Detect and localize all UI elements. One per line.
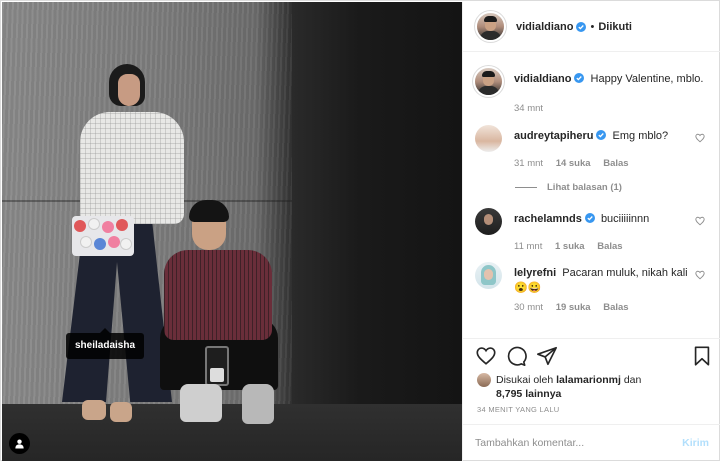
verified-badge-icon bbox=[576, 21, 587, 32]
caption-username[interactable]: vidialdiano bbox=[514, 73, 571, 85]
liker-username[interactable]: lalamarionmj bbox=[556, 374, 621, 386]
verified-badge-icon bbox=[574, 73, 585, 83]
commenter-avatar[interactable] bbox=[475, 125, 502, 152]
post-comment-button[interactable]: Kirim bbox=[682, 437, 709, 449]
post-photo[interactable]: sheiladaisha bbox=[2, 2, 462, 461]
likes-prefix: Disukai oleh bbox=[496, 374, 554, 386]
comment-item: lelyrefni Pacaran muluk, nikah kali 😮😀 3… bbox=[475, 262, 709, 313]
man-shirt bbox=[164, 250, 272, 340]
comment-meta: 31 mnt 14 suka Balas bbox=[514, 158, 709, 169]
woman-shoe-right bbox=[110, 402, 132, 422]
comment-time: 31 mnt bbox=[514, 158, 544, 169]
caption: vidialdiano Happy Valentine, mblo. 34 mn… bbox=[475, 68, 709, 114]
like-comment-heart-icon[interactable] bbox=[695, 216, 705, 226]
add-comment-bar: Kirim bbox=[463, 424, 720, 461]
like-heart-icon[interactable] bbox=[475, 345, 497, 367]
author-avatar[interactable] bbox=[477, 13, 504, 40]
photo-user-tag[interactable]: sheiladaisha bbox=[66, 328, 145, 359]
comment-meta: 11 mnt 1 suka Balas bbox=[514, 241, 709, 252]
caption-text: Happy Valentine, mblo. bbox=[590, 73, 704, 85]
verified-badge-icon bbox=[596, 130, 607, 140]
reply-button[interactable]: Balas bbox=[603, 302, 628, 313]
post-modal: sheiladaisha vidialdiano • Diikuti vidia… bbox=[0, 0, 720, 461]
comment-username[interactable]: rachelamnds bbox=[514, 213, 582, 225]
bookmark-icon[interactable] bbox=[691, 345, 713, 367]
likes-summary: Disukai oleh lalamarionmj dan 8,795 lain… bbox=[477, 373, 641, 401]
commenter-avatar[interactable] bbox=[475, 208, 502, 235]
man-shoe-right bbox=[242, 384, 274, 424]
post-timestamp[interactable]: 34 MENIT YANG LALU bbox=[477, 405, 560, 414]
comment-input[interactable] bbox=[475, 437, 683, 449]
author-username[interactable]: vidialdiano bbox=[516, 21, 573, 33]
comment-emoji: 😮😀 bbox=[514, 282, 542, 294]
caption-avatar[interactable] bbox=[475, 68, 502, 95]
following-button[interactable]: Diikuti bbox=[598, 21, 632, 33]
bag-tag bbox=[210, 368, 224, 382]
comment-likes[interactable]: 14 suka bbox=[556, 158, 591, 169]
reply-button[interactable]: Balas bbox=[597, 241, 622, 252]
comment-meta: 30 mnt 19 suka Balas bbox=[514, 302, 709, 313]
comment-username[interactable]: lelyrefni bbox=[514, 267, 556, 279]
post-sidebar: vidialdiano • Diikuti vidialdiano Happy … bbox=[462, 2, 720, 461]
post-header: vidialdiano • Diikuti bbox=[463, 2, 720, 52]
flower-bag bbox=[72, 216, 134, 256]
likes-text: Disukai oleh lalamarionmj dan 8,795 lain… bbox=[496, 373, 641, 401]
comment-text-block: rachelamnds buciiiiinnn bbox=[514, 208, 709, 227]
reply-button[interactable]: Balas bbox=[603, 158, 628, 169]
commenter-avatar[interactable] bbox=[475, 262, 502, 289]
comment-username[interactable]: audreytapiheru bbox=[514, 130, 593, 142]
man-hair bbox=[189, 200, 229, 222]
replies-line bbox=[515, 187, 537, 188]
likes-count[interactable]: 8,795 lainnya bbox=[496, 388, 561, 400]
comments-list[interactable]: vidialdiano Happy Valentine, mblo. 34 mn… bbox=[463, 53, 720, 338]
comment-item: audreytapiheru Emg mblo? 31 mnt 14 suka … bbox=[475, 125, 709, 169]
comment-bubble-icon[interactable] bbox=[505, 345, 527, 367]
person-tag-icon[interactable] bbox=[9, 433, 30, 454]
like-comment-heart-icon[interactable] bbox=[695, 270, 705, 280]
like-comment-heart-icon[interactable] bbox=[695, 133, 705, 143]
dark-wall bbox=[292, 2, 462, 461]
woman-shoe-left bbox=[82, 400, 106, 420]
comment-text-block: audreytapiheru Emg mblo? bbox=[514, 125, 709, 144]
caption-text-block: vidialdiano Happy Valentine, mblo. bbox=[514, 68, 709, 87]
comment-text: buciiiiinnn bbox=[600, 213, 650, 225]
comment-likes[interactable]: 1 suka bbox=[555, 241, 585, 252]
comment-time: 30 mnt bbox=[514, 302, 544, 313]
woman-shirt bbox=[80, 112, 184, 224]
caption-meta: 34 mnt bbox=[514, 103, 709, 114]
liker-avatar[interactable] bbox=[477, 373, 491, 387]
likes-joiner: dan bbox=[623, 374, 642, 386]
comment-item: rachelamnds buciiiiinnn 11 mnt 1 suka Ba… bbox=[475, 208, 709, 252]
man-shoe-left bbox=[180, 384, 222, 422]
comment-text: Emg mblo? bbox=[612, 130, 669, 142]
comment-time: 11 mnt bbox=[514, 241, 543, 252]
share-paper-plane-icon[interactable] bbox=[536, 345, 558, 367]
comment-text-block: lelyrefni Pacaran muluk, nikah kali 😮😀 bbox=[514, 262, 709, 296]
floor bbox=[2, 404, 462, 461]
woman-face bbox=[118, 74, 140, 106]
view-replies-button[interactable]: Lihat balasan (1) bbox=[515, 182, 622, 193]
header-separator: • bbox=[590, 20, 595, 33]
verified-badge-icon bbox=[584, 213, 595, 223]
caption-time: 34 mnt bbox=[514, 103, 544, 114]
comment-likes[interactable]: 19 suka bbox=[556, 302, 591, 313]
comment-text: Pacaran muluk, nikah kali bbox=[562, 267, 688, 279]
view-replies-label: Lihat balasan (1) bbox=[547, 182, 622, 193]
